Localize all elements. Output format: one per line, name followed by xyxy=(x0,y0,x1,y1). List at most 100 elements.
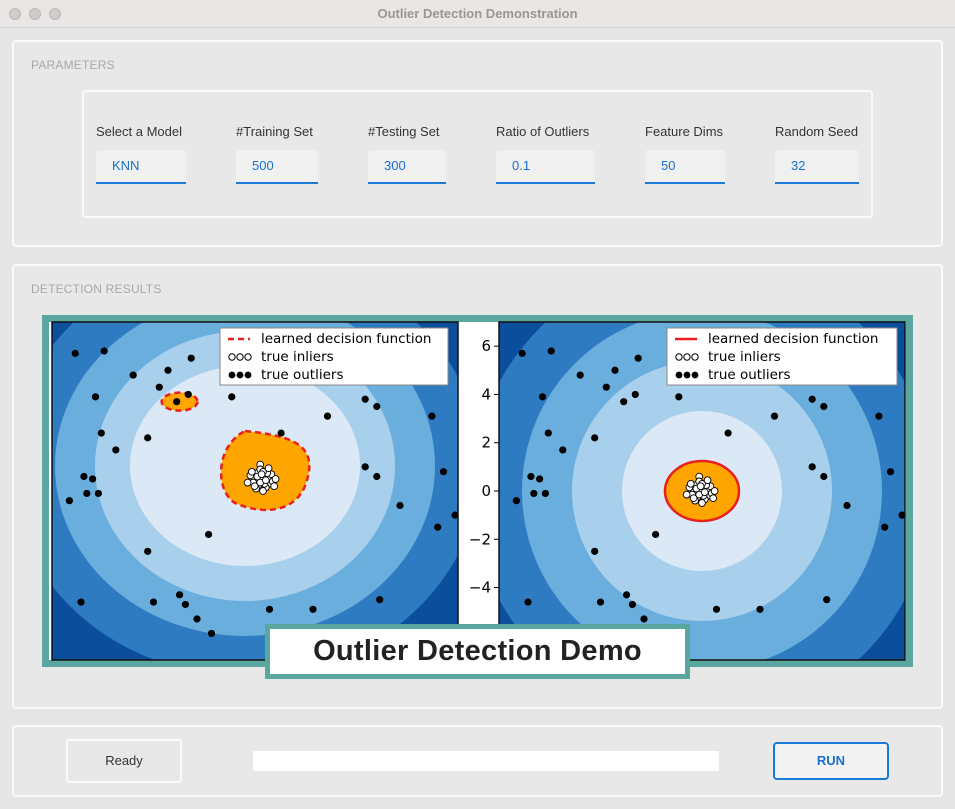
training-set-label: #Training Set xyxy=(236,124,313,139)
inlier-point xyxy=(250,482,259,491)
outlier-point xyxy=(820,472,828,481)
outlier-point xyxy=(712,605,721,613)
outlier-ratio-label: Ratio of Outliers xyxy=(496,124,590,139)
outlier-point xyxy=(628,600,637,609)
outlier-point xyxy=(149,598,158,606)
outlier-point xyxy=(309,605,317,613)
outlier-point xyxy=(144,434,152,442)
progress-bar xyxy=(253,751,719,771)
outlier-point xyxy=(611,366,619,374)
outlier-point xyxy=(100,347,108,355)
window-title: Outlier Detection Demonstration xyxy=(377,6,578,21)
outlier-point xyxy=(602,383,610,391)
status-label: Ready xyxy=(66,739,182,783)
outlier-point xyxy=(591,434,599,442)
outlier-point xyxy=(808,463,816,471)
legend-inlier-marker xyxy=(675,353,683,361)
plot-panel-1: learned decision function true inliers tru… xyxy=(51,321,459,661)
outlier-point xyxy=(820,402,828,411)
model-label: Select a Model xyxy=(96,124,182,139)
legend-outlier-marker xyxy=(244,371,252,379)
outlier-point xyxy=(652,530,660,539)
model-field[interactable]: KNN xyxy=(96,150,186,184)
outlier-point xyxy=(631,390,639,399)
inlier-point xyxy=(270,482,279,491)
outlier-point xyxy=(228,393,236,401)
outlier-point xyxy=(187,354,195,362)
outlier-point xyxy=(675,393,683,401)
outlier-point xyxy=(91,393,100,401)
outlier-point xyxy=(620,398,628,406)
inlier-point xyxy=(259,487,267,495)
outlier-point xyxy=(376,596,384,604)
outlier-point xyxy=(71,349,79,357)
outlier-point xyxy=(843,501,851,510)
outlier-point xyxy=(361,395,369,403)
inlier-point xyxy=(243,478,252,487)
outlier-point xyxy=(881,523,889,531)
y-tick-label: −2 xyxy=(469,530,491,548)
outlier-point xyxy=(524,598,532,606)
outlier-point xyxy=(541,489,549,498)
legend-outlier-marker xyxy=(675,371,683,379)
outlier-point xyxy=(207,629,216,638)
feature-dims-field[interactable]: 50 xyxy=(645,150,725,184)
legend-entry-1: learned decision function xyxy=(261,331,431,347)
legend-entry-2: true inliers xyxy=(261,349,334,365)
outlier-point xyxy=(875,412,883,420)
inlier-point xyxy=(698,499,706,507)
legend-entry-2: true inliers xyxy=(708,349,781,365)
outlier-point xyxy=(544,429,552,437)
random-seed-field[interactable]: 32 xyxy=(775,150,859,184)
legend-outlier-marker xyxy=(691,371,699,379)
training-set-field[interactable]: 500 xyxy=(236,150,318,184)
outlier-point xyxy=(547,347,555,355)
outlier-point xyxy=(634,354,642,362)
outlier-point xyxy=(536,475,544,483)
outlier-point xyxy=(265,605,274,613)
outlier-point xyxy=(756,605,764,613)
legend-entry-3: true outliers xyxy=(708,367,791,383)
outlier-point xyxy=(396,501,404,510)
outlier-plots: learned decision function true inliers tru… xyxy=(49,321,906,661)
testing-set-label: #Testing Set xyxy=(368,124,440,139)
outlier-point xyxy=(89,475,97,483)
legend-entry-1: learned decision function xyxy=(708,331,878,347)
outlier-point xyxy=(808,395,816,403)
run-button[interactable]: RUN xyxy=(773,742,889,780)
outlier-point xyxy=(559,446,567,454)
outlier-point xyxy=(205,530,213,539)
outlier-point xyxy=(823,596,831,604)
inlier-point xyxy=(271,475,280,483)
outlier-point xyxy=(65,497,73,505)
random-seed-label: Random Seed xyxy=(775,124,859,139)
y-tick-label: 2 xyxy=(481,434,491,452)
results-group-title: DETECTION RESULTS xyxy=(31,282,162,296)
y-tick-label: 0 xyxy=(481,482,491,500)
outlier-point xyxy=(176,591,184,599)
legend-inlier-marker xyxy=(244,353,252,361)
outlier-point xyxy=(428,412,436,420)
outlier-ratio-field[interactable]: 0.1 xyxy=(496,150,595,184)
outlier-point xyxy=(80,472,88,481)
feature-dims-label: Feature Dims xyxy=(645,124,724,139)
outlier-point xyxy=(518,349,526,357)
plot-panel-2: learned decision function true inliers tru… xyxy=(469,321,906,661)
outlier-point xyxy=(361,463,369,471)
demo-banner: Outlier Detection Demo xyxy=(265,624,690,679)
outlier-point xyxy=(193,615,201,623)
outlier-point xyxy=(439,468,448,476)
legend-outlier-marker xyxy=(228,371,236,379)
inlier-point xyxy=(700,488,709,497)
outlier-point xyxy=(538,393,547,401)
legend-entry-3: true outliers xyxy=(261,367,344,383)
outlier-point xyxy=(530,489,538,498)
y-tick-label: 4 xyxy=(481,385,491,403)
legend-outlier-marker xyxy=(683,371,691,379)
outlier-point xyxy=(277,429,285,437)
parameters-frame xyxy=(82,90,873,218)
testing-set-field[interactable]: 300 xyxy=(368,150,446,184)
y-tick-label: −4 xyxy=(469,579,491,597)
legend: learned decision function true inliers tru… xyxy=(219,327,449,386)
inlier-point xyxy=(264,464,273,473)
